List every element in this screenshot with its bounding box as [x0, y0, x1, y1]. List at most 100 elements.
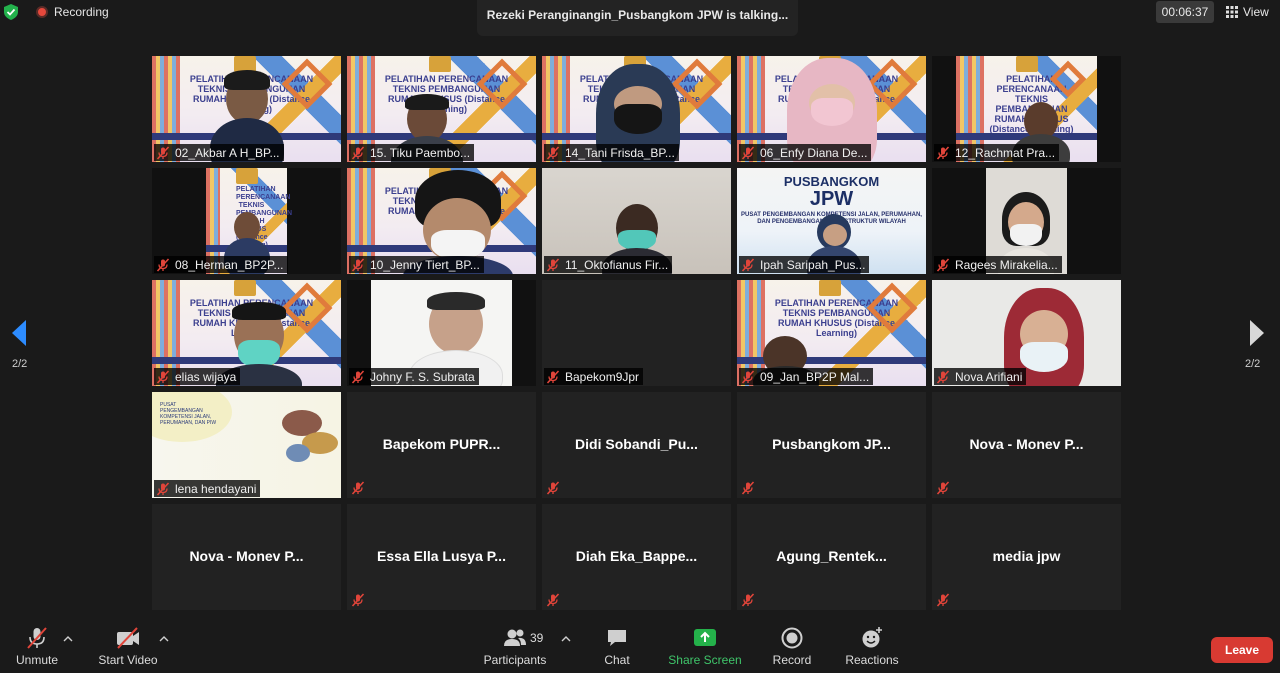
unmute-label: Unmute [15, 653, 59, 667]
meeting-timer: 00:06:37 [1156, 1, 1214, 23]
mic-muted-icon [546, 370, 560, 384]
mic-muted-icon [156, 482, 170, 496]
participants-label: Participants [483, 653, 547, 667]
participant-name-label: Nova Arifiani [934, 368, 1027, 385]
grid-view-icon [1226, 6, 1238, 18]
participant-tile[interactable]: PUSAT PENGEMBANGAN KOMPETENSI JALAN, PER… [152, 392, 341, 498]
mic-muted-icon [546, 481, 560, 495]
mic-muted-icon [741, 370, 755, 384]
mic-muted-icon [741, 258, 755, 272]
participant-tile[interactable]: PELATIHAN PERENCANAAN TEKNIS PEMBANGUNAN… [347, 168, 536, 274]
top-bar: Recording Rezeki Peranginangin_Pusbangko… [0, 0, 1280, 36]
participant-tile[interactable]: Nova - Monev P... [932, 392, 1121, 498]
view-label: View [1243, 5, 1269, 19]
mic-muted-icon [546, 593, 560, 607]
share-screen-icon [694, 629, 716, 646]
participant-name-center: Didi Sobandi_Pu... [575, 436, 698, 452]
recording-indicator[interactable]: Recording [36, 3, 109, 21]
previous-page-arrow-icon[interactable] [8, 318, 30, 348]
mic-muted-icon [936, 481, 950, 495]
participant-tile[interactable]: Pusbangkom JP... [737, 392, 926, 498]
participants-icon [504, 629, 526, 646]
participant-name-center: Nova - Monev P... [969, 436, 1084, 452]
chat-label: Chat [604, 653, 630, 667]
participants-options-caret-icon[interactable] [561, 636, 571, 642]
participant-name-label: 15. Tiku Paembo... [349, 144, 475, 161]
participant-name-label: 12_Rachmat Pra... [934, 144, 1060, 161]
participant-tile[interactable]: PUSBANGKOM JPW PUSAT PENGEMBANGAN KOMPET… [737, 168, 926, 274]
participant-tile[interactable]: Diah Eka_Bappe... [542, 504, 731, 610]
participant-name-center: media jpw [992, 548, 1061, 564]
mic-muted-icon [741, 146, 755, 160]
chat-button[interactable]: Chat [600, 626, 634, 667]
participant-tile[interactable]: Bapekom9Jpr [542, 280, 731, 386]
participant-name-center: Bapekom PUPR... [382, 436, 501, 452]
participant-tile[interactable]: Nova - Monev P... [152, 504, 341, 610]
mic-muted-icon [936, 258, 950, 272]
participant-name-center: Agung_Rentek... [776, 548, 887, 564]
record-label: Record [772, 653, 812, 667]
participant-tile[interactable]: media jpw [932, 504, 1121, 610]
video-camera-off-icon [117, 627, 139, 649]
active-speaker-banner: Rezeki Peranginangin_Pusbangkom JPW is t… [477, 0, 798, 36]
participant-name-label: Johny F. S. Subrata [349, 368, 479, 385]
participant-name-center: Nova - Monev P... [189, 548, 304, 564]
participant-name-label: lena hendayani [154, 480, 261, 497]
participant-name-center: Essa Ella Lusya P... [377, 548, 506, 564]
participant-name-label: 02_Akbar A H_BP... [154, 144, 284, 161]
participant-name-label: 14_Tani Frisda_BP... [544, 144, 679, 161]
meeting-toolbar: Unmute Start Video Participants 39 Chat [0, 620, 1280, 673]
view-button[interactable]: View [1226, 2, 1269, 22]
mic-muted-icon [351, 370, 365, 384]
participant-tile[interactable]: PELATIHAN PERENCANAAN TEKNIS PEMBANGUNAN… [737, 280, 926, 386]
mic-muted-icon [741, 593, 755, 607]
participant-tile[interactable]: Johny F. S. Subrata [347, 280, 536, 386]
recording-label: Recording [54, 5, 109, 19]
reactions-label: Reactions [845, 653, 899, 667]
shield-check-icon[interactable] [4, 4, 18, 20]
participant-tile[interactable]: PELATIHAN PERENCANAAN TEKNIS PEMBANGUNAN… [347, 56, 536, 162]
reactions-button[interactable]: Reactions [843, 626, 901, 667]
record-button[interactable]: Record [771, 626, 813, 667]
video-options-caret-icon[interactable] [159, 636, 169, 642]
participant-name-center: Diah Eka_Bappe... [575, 548, 698, 564]
mic-muted-icon [351, 593, 365, 607]
mic-muted-icon [156, 146, 170, 160]
participant-tile[interactable]: 11_Oktofianus Fir... [542, 168, 731, 274]
participant-tile[interactable]: PELATIHAN PERENCANAAN TEKNIS PEMBANGUNAN… [932, 56, 1121, 162]
unmute-button[interactable]: Unmute [12, 626, 62, 667]
participant-name-label: Ipah Saripah_Pus... [739, 256, 870, 273]
participant-tile[interactable]: Essa Ella Lusya P... [347, 504, 536, 610]
participant-tile[interactable]: Didi Sobandi_Pu... [542, 392, 731, 498]
mic-muted-icon [546, 146, 560, 160]
participant-tile[interactable]: Bapekom PUPR... [347, 392, 536, 498]
participant-tile[interactable]: PELATIHAN PERENCANAAN TEKNIS PEMBANGUNAN… [152, 168, 341, 274]
share-screen-label: Share Screen [668, 653, 742, 667]
mic-muted-icon [351, 146, 365, 160]
mic-muted-icon [546, 258, 560, 272]
participant-tile[interactable]: Agung_Rentek... [737, 504, 926, 610]
audio-options-caret-icon[interactable] [63, 636, 73, 642]
participant-tile[interactable]: Ragees Mirakelia... [932, 168, 1121, 274]
start-video-label: Start Video [98, 653, 158, 667]
participant-name-label: 10_Jenny Tiert_BP... [349, 256, 484, 273]
mic-muted-icon [936, 370, 950, 384]
mic-muted-icon [351, 258, 365, 272]
reactions-smiley-icon [862, 627, 882, 648]
leave-button[interactable]: Leave [1211, 637, 1273, 663]
participant-tile[interactable]: PELATIHAN PERENCANAAN TEKNIS PEMBANGUNAN… [152, 280, 341, 386]
mic-muted-icon [351, 481, 365, 495]
mic-muted-icon [936, 146, 950, 160]
participant-name-label: 08_Herman_BP2P... [154, 256, 288, 273]
participant-name-label: Ragees Mirakelia... [934, 256, 1062, 273]
participant-tile[interactable]: PELATIHAN PERENCANAAN TEKNIS PEMBANGUNAN… [542, 56, 731, 162]
start-video-button[interactable]: Start Video [96, 626, 160, 667]
participant-tile[interactable]: PELATIHAN PERENCANAAN TEKNIS PEMBANGUNAN… [737, 56, 926, 162]
participant-name-center: Pusbangkom JP... [772, 436, 891, 452]
participant-tile[interactable]: Nova Arifiani [932, 280, 1121, 386]
record-icon [781, 627, 803, 649]
share-screen-button[interactable]: Share Screen [668, 626, 742, 667]
next-page-arrow-icon[interactable] [1246, 318, 1268, 348]
participant-tile[interactable]: PELATIHAN PERENCANAAN TEKNIS PEMBANGUNAN… [152, 56, 341, 162]
mic-muted-icon [156, 258, 170, 272]
